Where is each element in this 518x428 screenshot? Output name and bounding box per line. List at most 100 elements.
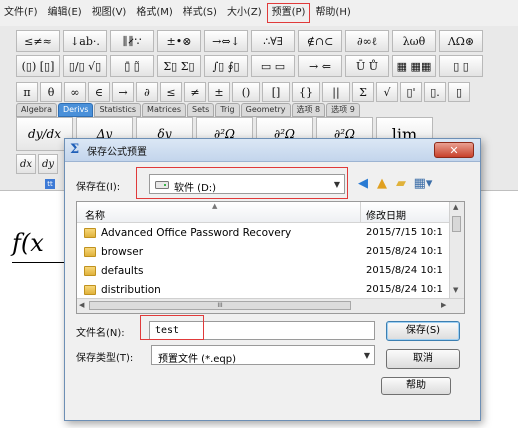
vertical-scroll-thumb[interactable] — [452, 216, 461, 232]
help-button[interactable]: 帮助 — [381, 377, 451, 395]
greek-upper-palette-button[interactable]: ΛΩ⊛ — [439, 30, 483, 52]
plus-minus-symbol-button[interactable]: ± — [208, 82, 230, 102]
misc-palette-button[interactable]: ∂∞ℓ — [345, 30, 389, 52]
new-folder-icon[interactable]: ▰ — [393, 176, 409, 192]
bar-palette-button[interactable]: ▭ ▭ — [251, 55, 295, 77]
tab-statistics[interactable]: Statistics — [94, 103, 142, 117]
less-equal-symbol-button[interactable]: ≤ — [160, 82, 182, 102]
symbol-palette-row: ≤≠≈ ↓ab·. ∥∦∵ ±•⊗ →⇔↓ ∴∀∃ ∉∩⊂ ∂∞ℓ λωθ ΛΩ… — [16, 30, 486, 52]
column-name-header[interactable]: 名称 — [85, 207, 105, 222]
box-template-button[interactable]: ▯ — [448, 82, 470, 102]
partial-symbol-button[interactable]: ∂ — [136, 82, 158, 102]
box-palette-button[interactable]: ▯ ▯ — [439, 55, 483, 77]
dialog-title: 保存公式预置 — [87, 147, 147, 158]
dx-template-button[interactable]: dx — [16, 154, 36, 174]
back-icon[interactable]: ◀ — [355, 176, 371, 192]
tab-option-8[interactable]: 选项 8 — [291, 103, 326, 117]
sqrt-template-button[interactable]: √ — [376, 82, 398, 102]
summation-palette-button[interactable]: Σ▯ Σ▯ — [157, 55, 201, 77]
tab-marker-icon: tt — [45, 179, 55, 189]
palette-tabs: Algebra Derivs Statistics Matrices Sets … — [16, 103, 361, 117]
greek-lower-palette-button[interactable]: λωθ — [392, 30, 436, 52]
horizontal-scroll-thumb[interactable]: III — [89, 301, 351, 310]
dy-template-button[interactable]: dy — [38, 154, 58, 174]
matrix-palette-button[interactable]: ▦ ▦▦ — [392, 55, 436, 77]
up-folder-icon[interactable]: ▲ — [374, 176, 390, 192]
save-in-label: 保存在(I): — [76, 182, 121, 193]
file-date: 2015/8/24 10:1 — [366, 265, 443, 276]
tab-option-9[interactable]: 选项 9 — [326, 103, 360, 117]
template-palette-row: (▯) [▯] ▯/▯ √▯ ▯̄ ▯̃ Σ▯ Σ▯ ∫▯ ∮▯ ▭ ▭ → ⇐… — [16, 55, 486, 77]
list-item[interactable]: defaults 2015/8/24 10:1 — [77, 262, 452, 281]
logic-palette-button[interactable]: ∴∀∃ — [251, 30, 295, 52]
dy-dx-template-label: dy/dx — [28, 127, 61, 141]
folder-icon — [84, 266, 96, 276]
scroll-up-icon[interactable]: ▲ — [453, 203, 458, 211]
relations-palette-button[interactable]: ≤≠≈ — [16, 30, 60, 52]
script-palette-button[interactable]: ▯̄ ▯̃ — [110, 55, 154, 77]
save-preset-dialog: Σ 保存公式预置 ✕ 保存在(I): 软件 (D:) ▼ ◀ ▲ ▰ ▦▾ 名称… — [64, 138, 481, 421]
dialog-titlebar[interactable]: Σ 保存公式预置 ✕ — [65, 139, 480, 162]
filetype-select[interactable]: 预置文件 (*.eqp) ▼ — [151, 345, 375, 365]
horizontal-scrollbar[interactable]: ◀ III ▶ — [77, 298, 464, 313]
brackets-template-button[interactable]: [] — [262, 82, 290, 102]
tab-sets[interactable]: Sets — [187, 103, 215, 117]
labeled-arrow-palette-button[interactable]: → ⇐ — [298, 55, 342, 77]
filename-highlight — [140, 315, 204, 340]
infinity-symbol-button[interactable]: ∞ — [64, 82, 86, 102]
folder-icon — [84, 228, 96, 238]
menu-bar: 文件(F) 编辑(E) 视图(V) 格式(M) 样式(S) 大小(Z) 预置(P… — [0, 0, 518, 27]
products-palette-button[interactable]: Ū Ů — [345, 55, 389, 77]
scroll-right-icon[interactable]: ▶ — [441, 301, 446, 309]
vertical-scrollbar[interactable]: ▲ ▼ — [449, 202, 464, 298]
sum-template-button[interactable]: Σ — [352, 82, 374, 102]
menu-help[interactable]: 帮助(H) — [311, 4, 354, 22]
arrows-palette-button[interactable]: →⇔↓ — [204, 30, 248, 52]
tab-geometry[interactable]: Geometry — [240, 103, 291, 117]
embellishments-palette-button[interactable]: ∥∦∵ — [110, 30, 154, 52]
spaces-palette-button[interactable]: ↓ab·. — [63, 30, 107, 52]
save-button[interactable]: 保存(S) — [386, 321, 460, 341]
menu-file[interactable]: 文件(F) — [0, 4, 42, 22]
prime-template-button[interactable]: ▯' — [400, 82, 422, 102]
theta-symbol-button[interactable]: θ — [40, 82, 62, 102]
file-date: 2015/8/24 10:1 — [366, 284, 443, 295]
dot-template-button[interactable]: ▯. — [424, 82, 446, 102]
not-equal-symbol-button[interactable]: ≠ — [184, 82, 206, 102]
scroll-left-icon[interactable]: ◀ — [79, 301, 84, 309]
filetype-value: 预置文件 (*.eqp) — [158, 354, 237, 365]
file-list-header: 名称 ▲ 修改日期 — [77, 202, 452, 223]
view-menu-icon[interactable]: ▦▾ — [412, 176, 434, 192]
close-button[interactable]: ✕ — [434, 142, 474, 158]
tab-derivs[interactable]: Derivs — [57, 103, 94, 117]
menu-preferences[interactable]: 预置(P) — [266, 3, 311, 23]
menu-style[interactable]: 样式(S) — [179, 4, 221, 22]
sets-palette-button[interactable]: ∉∩⊂ — [298, 30, 342, 52]
tab-matrices[interactable]: Matrices — [142, 103, 186, 117]
menu-edit[interactable]: 编辑(E) — [44, 4, 86, 22]
tab-trig[interactable]: Trig — [215, 103, 240, 117]
arrow-symbol-button[interactable]: → — [112, 82, 134, 102]
column-separator[interactable] — [360, 202, 361, 222]
operators-palette-button[interactable]: ±•⊗ — [157, 30, 201, 52]
element-of-symbol-button[interactable]: ∈ — [88, 82, 110, 102]
menu-view[interactable]: 视图(V) — [88, 4, 131, 22]
file-list[interactable]: 名称 ▲ 修改日期 Advanced Office Password Recov… — [76, 201, 465, 314]
pi-symbol-button[interactable]: π — [16, 82, 38, 102]
menu-format[interactable]: 格式(M) — [132, 4, 176, 22]
column-date-header[interactable]: 修改日期 — [366, 207, 406, 222]
menu-size[interactable]: 大小(Z) — [223, 4, 266, 22]
small-symbol-bar: π θ ∞ ∈ → ∂ ≤ ≠ ± () [] {} || Σ √ ▯' ▯. … — [16, 82, 472, 102]
braces-template-button[interactable]: {} — [292, 82, 320, 102]
fraction-palette-button[interactable]: ▯/▯ √▯ — [63, 55, 107, 77]
integral-palette-button[interactable]: ∫▯ ∮▯ — [204, 55, 248, 77]
parentheses-template-button[interactable]: () — [232, 82, 260, 102]
list-item[interactable]: Advanced Office Password Recovery 2015/7… — [77, 224, 452, 243]
scroll-down-icon[interactable]: ▼ — [453, 286, 458, 294]
tab-algebra[interactable]: Algebra — [16, 103, 57, 117]
fence-palette-button[interactable]: (▯) [▯] — [16, 55, 60, 77]
cancel-button[interactable]: 取消 — [386, 349, 460, 369]
abs-template-button[interactable]: || — [322, 82, 350, 102]
list-item[interactable]: browser 2015/8/24 10:1 — [77, 243, 452, 262]
sort-arrow-icon: ▲ — [212, 202, 218, 210]
